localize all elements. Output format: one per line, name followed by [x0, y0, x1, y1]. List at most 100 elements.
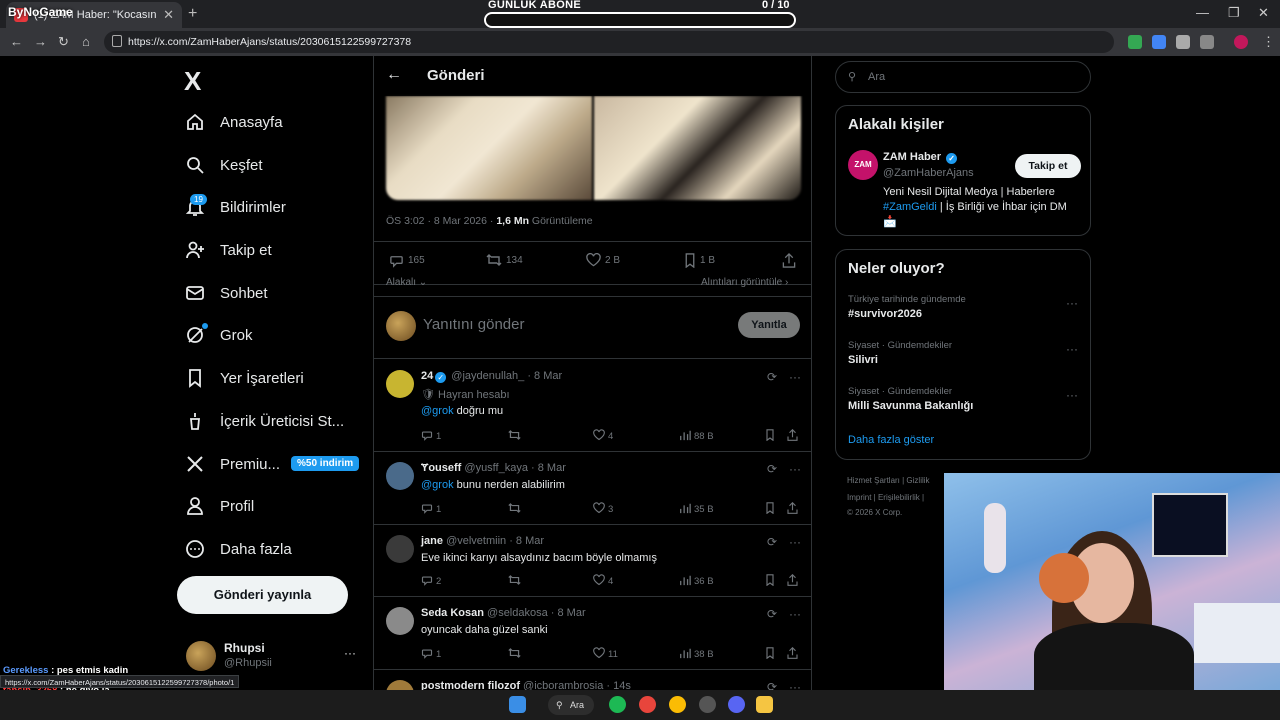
bookmark-action[interactable] — [765, 502, 778, 517]
sidebar-item-yer-i̇şaretleri[interactable]: Yer İşaretleri — [184, 363, 304, 393]
post-button[interactable]: Gönderi yayınla — [177, 576, 348, 614]
footer-links-2[interactable]: Imprint | Erişilebilirlik | — [847, 493, 924, 502]
reply-author-name[interactable]: Seda Kosan — [421, 607, 484, 619]
x-logo-icon[interactable]: X — [184, 66, 201, 97]
reply-item[interactable]: Ɏouseff @yusff_kaya · 8 Mar ⟳ ··· @grok bun… — [374, 452, 811, 525]
bookmark-action[interactable] — [765, 647, 778, 662]
forward-nav-icon[interactable]: → — [34, 34, 47, 49]
post-media-image-2[interactable] — [594, 96, 801, 200]
reply-action[interactable]: 2 — [421, 574, 441, 589]
trend-more-icon[interactable]: ··· — [1066, 342, 1078, 356]
reply-input[interactable]: Yanıtını gönder — [423, 316, 524, 333]
minimize-icon[interactable]: — — [1196, 5, 1209, 20]
heart-action[interactable]: 11 — [593, 647, 618, 662]
reply-item[interactable]: 24 ✓ @jaydenullah_ · 8 Mar ⟳ ··· 🛡 Hayran he… — [374, 360, 811, 452]
heart-action[interactable]: 4 — [593, 429, 613, 444]
grok-explain-icon[interactable]: ⟳ — [767, 370, 777, 384]
url-field[interactable]: https://x.com/ZamHaberAjans/status/20306… — [104, 31, 1114, 53]
trend-name[interactable]: Milli Savunma Bakanlığı — [848, 400, 973, 412]
repost-action[interactable] — [508, 502, 524, 517]
account-name[interactable]: Rhupsi — [224, 641, 265, 655]
trend-more-icon[interactable]: ··· — [1066, 388, 1078, 402]
bookmark-action[interactable] — [765, 429, 778, 444]
reply-author-name[interactable]: jane — [421, 535, 443, 547]
extensions-puzzle-icon[interactable] — [1200, 35, 1214, 49]
profile-avatar-icon[interactable] — [1234, 35, 1248, 49]
share-action[interactable] — [787, 573, 801, 589]
reply-avatar[interactable] — [386, 607, 414, 635]
reply-action[interactable]: 165 — [389, 253, 425, 268]
extension-icon[interactable] — [1176, 35, 1190, 49]
show-more-link[interactable]: Daha fazla göster — [848, 434, 934, 446]
share-action[interactable] — [787, 428, 801, 444]
grok-explain-icon[interactable]: ⟳ — [767, 535, 777, 549]
share-action[interactable] — [782, 253, 800, 268]
share-action[interactable] — [787, 501, 801, 517]
repost-action[interactable] — [508, 429, 524, 444]
sidebar-item-profil[interactable]: Profil — [184, 491, 254, 521]
reply-more-icon[interactable]: ··· — [789, 607, 801, 621]
file-explorer-icon[interactable] — [756, 696, 773, 713]
repost-action[interactable] — [508, 647, 524, 662]
trend-name[interactable]: #survivor2026 — [848, 308, 922, 320]
sidebar-item-daha-fazla[interactable]: Daha fazla — [184, 534, 292, 564]
repost-action[interactable]: 134 — [486, 253, 523, 267]
bookmark-action[interactable] — [765, 574, 778, 589]
views-action[interactable]: 35 B — [679, 502, 714, 517]
zam-avatar[interactable]: ZAM — [848, 150, 878, 180]
reply-more-icon[interactable]: ··· — [789, 535, 801, 549]
reply-more-icon[interactable]: ··· — [789, 370, 801, 384]
new-tab-icon[interactable]: + — [188, 5, 197, 23]
browser-menu-icon[interactable]: ⋮ — [1262, 34, 1275, 50]
view-quotes-link[interactable]: Alıntıları görüntüle › — [701, 277, 788, 288]
reply-item[interactable]: jane @velvetmiin · 8 Mar ⟳ ··· Eve ikinci k… — [374, 525, 811, 597]
trend-more-icon[interactable]: ··· — [1066, 296, 1078, 310]
relevance-sort[interactable]: Alakalı ⌄ — [386, 277, 427, 288]
chrome-icon[interactable] — [639, 696, 656, 713]
sidebar-item-takip-et[interactable]: Takip et — [184, 235, 272, 265]
mention-link[interactable]: @grok — [421, 479, 454, 491]
reload-icon[interactable]: ↻ — [58, 34, 69, 50]
account-more-icon[interactable]: ··· — [344, 646, 356, 660]
heart-action[interactable]: 3 — [593, 502, 613, 517]
spotify-icon[interactable] — [609, 696, 626, 713]
extension-shield-icon[interactable] — [1128, 35, 1142, 49]
reply-action[interactable]: 1 — [421, 647, 441, 662]
trend-name[interactable]: Silivri — [848, 354, 878, 366]
obs-icon[interactable] — [699, 696, 716, 713]
bookmark-action[interactable]: 1 B — [684, 253, 715, 268]
reply-action[interactable]: 1 — [421, 429, 441, 444]
maximize-icon[interactable]: ❐ — [1228, 5, 1240, 21]
taskbar-search[interactable]: ⚲ Ara — [548, 695, 594, 715]
search-input[interactable]: ⚲ Ara — [835, 61, 1091, 93]
reply-item[interactable]: Seda Kosan @seldakosa · 8 Mar ⟳ ··· oyuncak… — [374, 597, 811, 670]
account-avatar[interactable] — [186, 641, 216, 671]
sidebar-item-anasayfa[interactable]: Anasayfa — [184, 107, 283, 137]
reply-submit-button[interactable]: Yanıtla — [738, 312, 800, 338]
close-window-icon[interactable]: ✕ — [1258, 5, 1269, 21]
views-action[interactable]: 88 B — [679, 429, 714, 444]
site-info-icon[interactable] — [112, 35, 122, 47]
grok-explain-icon[interactable]: ⟳ — [767, 462, 777, 476]
hashtag-link[interactable]: #ZamGeldi — [883, 201, 937, 213]
reply-author-name[interactable]: Ɏouseff — [421, 462, 461, 474]
chrome-active-icon[interactable] — [669, 696, 686, 713]
like-action[interactable]: 2 B — [586, 253, 620, 267]
start-windows-icon[interactable] — [509, 696, 526, 713]
repost-action[interactable] — [508, 574, 524, 589]
views-action[interactable]: 38 B — [679, 647, 714, 662]
related-name[interactable]: ZAM Haber ✓ — [883, 151, 959, 164]
sidebar-item-sohbet[interactable]: Sohbet — [184, 278, 268, 308]
discord-icon[interactable] — [728, 696, 745, 713]
reply-more-icon[interactable]: ··· — [789, 462, 801, 476]
reply-avatar[interactable] — [386, 462, 414, 490]
extension-translate-icon[interactable] — [1152, 35, 1166, 49]
back-nav-icon[interactable]: ← — [10, 34, 23, 49]
reply-avatar[interactable] — [386, 535, 414, 563]
reply-action[interactable]: 1 — [421, 502, 441, 517]
mention-link[interactable]: @grok — [421, 405, 454, 417]
footer-links-1[interactable]: Hizmet Şartları | Gizlilik — [847, 476, 930, 485]
tab-close-icon[interactable]: ✕ — [163, 7, 174, 23]
grok-explain-icon[interactable]: ⟳ — [767, 607, 777, 621]
post-media-image-1[interactable] — [386, 96, 592, 200]
